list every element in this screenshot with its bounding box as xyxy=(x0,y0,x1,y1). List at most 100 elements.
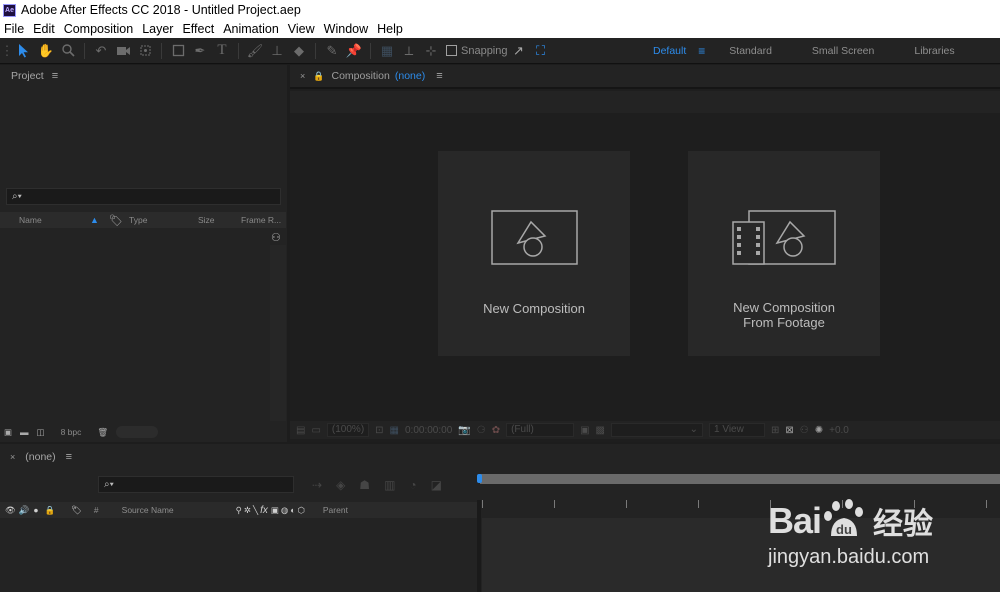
timeline-close-icon[interactable]: × xyxy=(10,452,15,462)
timeline-tab-label[interactable]: (none) xyxy=(25,451,55,463)
always-preview-icon[interactable]: ▤ xyxy=(296,425,305,436)
menu-animation[interactable]: Animation xyxy=(219,22,284,36)
menu-composition[interactable]: Composition xyxy=(60,22,138,36)
snapshot-icon[interactable]: 📷 xyxy=(458,425,470,436)
zoom-tool-icon[interactable] xyxy=(58,41,78,61)
workspace-standard[interactable]: Standard xyxy=(729,45,772,57)
menu-view[interactable]: View xyxy=(284,22,320,36)
clone-stamp-tool-icon[interactable]: ⊥ xyxy=(267,41,287,61)
snapping-toggle[interactable]: Snapping xyxy=(446,45,508,57)
menu-file[interactable]: File xyxy=(0,22,29,36)
camera-view-dropdown[interactable]: ⌄ xyxy=(610,423,703,437)
project-scrollbar[interactable] xyxy=(270,245,286,421)
fx-column[interactable]: fx xyxy=(260,505,268,516)
column-frame-rate[interactable]: Frame R... xyxy=(241,215,281,225)
audio-icon[interactable]: 🔊 xyxy=(19,505,30,516)
world-axis-icon[interactable]: ⟂ xyxy=(399,41,419,61)
menu-help[interactable]: Help xyxy=(373,22,408,36)
timeline-panel-menu-icon[interactable]: ≡ xyxy=(66,451,72,463)
new-composition-icon[interactable]: ◫ xyxy=(37,427,45,438)
parent-column[interactable]: Parent xyxy=(323,505,348,515)
composition-panel-menu-icon[interactable]: ≡ xyxy=(436,70,442,82)
new-composition-from-footage-card[interactable]: New Composition From Footage xyxy=(688,151,880,356)
fast-previews-icon[interactable]: ▣ xyxy=(580,425,589,436)
reset-exposure-icon[interactable]: ✺ xyxy=(815,425,823,436)
workspace-libraries[interactable]: Libraries xyxy=(914,45,954,57)
source-name-column[interactable]: Source Name xyxy=(122,505,174,515)
monitor-icon[interactable]: ▭ xyxy=(311,425,320,436)
new-composition-card[interactable]: New Composition xyxy=(438,151,630,356)
pan-behind-tool-icon[interactable] xyxy=(135,41,155,61)
local-axis-icon[interactable]: ▦ xyxy=(377,41,397,61)
frame-blending-icon[interactable]: ▥ xyxy=(384,478,395,492)
region-of-interest-icon[interactable]: ▦ xyxy=(390,425,399,436)
lock-column-icon[interactable]: 🔒 xyxy=(45,505,56,516)
view-axis-icon[interactable]: ⊹ xyxy=(421,41,441,61)
toolbar-grip[interactable]: ⋮ xyxy=(1,41,14,61)
motion-blur-icon[interactable]: ◔ xyxy=(409,478,416,492)
label-tag-icon[interactable]: 🏷 xyxy=(109,214,123,227)
close-tab-icon[interactable]: × xyxy=(300,71,305,81)
pen-tool-icon[interactable]: ✒ xyxy=(190,41,210,61)
workspace-small-screen[interactable]: Small Screen xyxy=(812,45,874,57)
thumbnail-slider[interactable] xyxy=(116,426,159,438)
snapping-checkbox[interactable] xyxy=(446,45,457,56)
label-column-icon[interactable]: 🏷 xyxy=(71,505,82,516)
column-type[interactable]: Type xyxy=(129,215,147,225)
shy-layers-icon[interactable]: ☗ xyxy=(359,478,370,492)
solo-icon[interactable]: ● xyxy=(33,505,38,515)
exposure-value[interactable]: +0.0 xyxy=(829,425,849,436)
roto-brush-tool-icon[interactable]: ✎ xyxy=(322,41,342,61)
flowchart-icon[interactable]: ⚇ xyxy=(271,231,281,244)
column-name[interactable]: Name xyxy=(19,215,42,225)
layer-switches-icons[interactable]: ⚲✲╲ xyxy=(236,505,260,516)
menu-effect[interactable]: Effect xyxy=(178,22,219,36)
column-size[interactable]: Size xyxy=(198,215,215,225)
channel-rgb-icon[interactable]: ✿ xyxy=(492,425,500,436)
project-panel-title[interactable]: Project xyxy=(11,70,44,82)
sort-ascending-icon[interactable]: ▲ xyxy=(90,215,99,225)
interpret-footage-icon[interactable]: ▣ xyxy=(4,427,12,438)
camera-tool-icon[interactable] xyxy=(113,41,133,61)
menu-window[interactable]: Window xyxy=(320,22,373,36)
time-ruler[interactable] xyxy=(480,474,1000,484)
view-layout-dropdown[interactable]: 1 View xyxy=(708,423,765,437)
composition-tab-value[interactable]: (none) xyxy=(395,70,425,82)
workspace-default[interactable]: Default xyxy=(653,45,686,57)
transparency-grid-icon[interactable]: ▩ xyxy=(596,425,605,436)
timeline-link-icon[interactable]: ⊠ xyxy=(785,425,793,436)
menu-layer[interactable]: Layer xyxy=(138,22,178,36)
bit-depth-label[interactable]: 8 bpc xyxy=(61,427,82,437)
timeline-divider[interactable] xyxy=(477,500,481,592)
timecode-display[interactable]: 0:00:00:00 xyxy=(405,425,452,436)
lock-icon[interactable]: 🔒 xyxy=(313,71,324,82)
menu-edit[interactable]: Edit xyxy=(29,22,60,36)
puppet-pin-tool-icon[interactable]: 📌 xyxy=(344,41,364,61)
resolution-dropdown[interactable]: (Full) xyxy=(506,423,575,437)
project-panel-menu-icon[interactable]: ≡ xyxy=(52,70,58,82)
snap-features-icon[interactable]: ⛶ xyxy=(531,41,551,61)
video-visibility-icon[interactable]: 👁 xyxy=(5,505,16,516)
comp-flowchart-icon[interactable]: ⚇ xyxy=(800,425,809,436)
rotate-tool-icon[interactable]: ↶ xyxy=(91,41,111,61)
eraser-tool-icon[interactable]: ◆ xyxy=(289,41,309,61)
composition-tab-label[interactable]: Composition xyxy=(331,70,389,82)
hand-tool-icon[interactable]: ✋ xyxy=(36,41,56,61)
selection-tool-icon[interactable] xyxy=(14,41,34,61)
layer-number-column[interactable]: # xyxy=(94,505,99,515)
brush-tool-icon[interactable]: 🖌 xyxy=(245,41,265,61)
layer-switches-icons-2[interactable]: ▣◍◐⬡ xyxy=(271,505,307,516)
rectangle-tool-icon[interactable] xyxy=(168,41,188,61)
composition-mini-flowchart-icon[interactable]: ⇢ xyxy=(312,478,322,492)
pixel-aspect-icon[interactable]: ⊞ xyxy=(771,425,779,436)
draft-3d-icon[interactable]: ◈ xyxy=(336,478,345,492)
show-snapshot-icon[interactable]: ⚆ xyxy=(477,425,486,436)
project-search-input[interactable]: ⌕▾ xyxy=(6,188,281,205)
type-tool-icon[interactable]: T xyxy=(212,41,232,61)
snap-edges-icon[interactable]: ↗ xyxy=(509,41,529,61)
timeline-search-input[interactable]: ⌕▾ xyxy=(98,476,294,493)
workspace-menu-icon[interactable]: ≡ xyxy=(698,44,705,58)
toggle-mask-icon[interactable]: ⊡ xyxy=(375,425,383,436)
new-folder-icon[interactable]: ▬ xyxy=(20,427,29,437)
delete-icon[interactable]: 🗑 xyxy=(97,427,108,438)
